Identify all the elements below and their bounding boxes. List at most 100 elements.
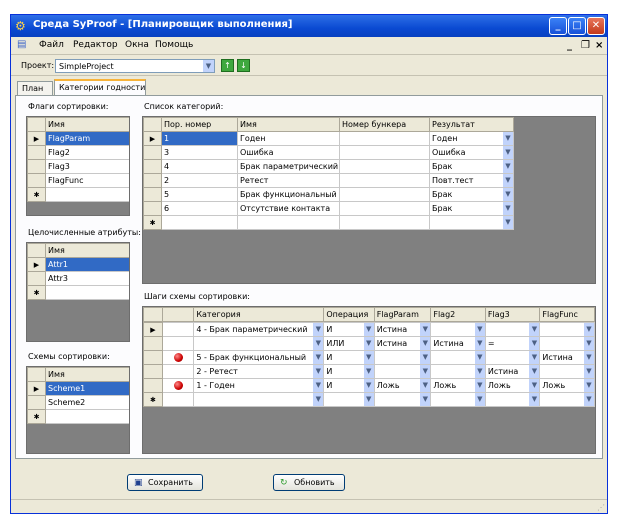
cell-bin-number[interactable] xyxy=(339,187,430,202)
breakpoint-icon[interactable] xyxy=(173,353,183,362)
cell-flag2[interactable]: Истина ▼ xyxy=(430,336,486,351)
chevron-down-icon[interactable]: ▼ xyxy=(473,323,485,336)
row-header[interactable] xyxy=(143,336,163,351)
column-result[interactable]: Результат xyxy=(429,117,514,132)
chevron-down-icon[interactable]: ▼ xyxy=(528,365,539,378)
cell-flag3[interactable]: ▼ xyxy=(484,350,541,365)
cell-order-number[interactable]: 5 xyxy=(161,187,238,202)
cell-flag3[interactable]: ▼ xyxy=(484,322,541,337)
current-row-marker[interactable]: ▶ xyxy=(27,131,46,146)
cell-flag3[interactable]: Истина ▼ xyxy=(484,364,541,379)
cell-result[interactable]: Повт.тест ▼ xyxy=(429,173,514,188)
chevron-down-icon[interactable]: ▼ xyxy=(583,323,594,336)
new-row-cell[interactable]: ▼ xyxy=(484,392,541,407)
cell-order-number[interactable]: 4 xyxy=(161,159,238,174)
column-flagparam[interactable]: FlagParam xyxy=(373,307,432,322)
steps-grid[interactable]: Категория Операция FlagParam Flag2 Flag3… xyxy=(142,306,596,454)
cell-flagparam[interactable]: Истина ▼ xyxy=(373,322,432,337)
chevron-down-icon[interactable]: ▼ xyxy=(473,351,485,364)
save-button[interactable]: ▣ Сохранить xyxy=(127,474,203,491)
cell-flagparam[interactable]: ▼ xyxy=(373,364,432,379)
menu-help[interactable]: Помощь xyxy=(155,40,193,50)
flags-grid[interactable]: Имя ▶ FlagParam Flag2 Flag3 FlagFunc ✱ xyxy=(26,116,130,216)
new-row-cell[interactable] xyxy=(161,215,238,230)
column-order-number[interactable]: Пор. номер xyxy=(161,117,238,132)
new-row-cell[interactable]: ▼ xyxy=(193,392,325,407)
new-row-marker[interactable]: ✱ xyxy=(143,215,162,230)
menu-editor[interactable]: Редактор xyxy=(73,40,118,50)
chevron-down-icon[interactable]: ▼ xyxy=(312,337,323,350)
chevron-down-icon[interactable]: ▼ xyxy=(502,188,513,201)
cell-order-number[interactable]: 3 xyxy=(161,145,238,160)
column-status[interactable] xyxy=(161,307,195,322)
refresh-button[interactable]: ↻ Обновить xyxy=(273,474,345,491)
row-header[interactable] xyxy=(27,173,46,188)
current-row-marker[interactable]: ▶ xyxy=(143,131,162,146)
cell-flag2[interactable]: ▼ xyxy=(430,322,486,337)
chevron-down-icon[interactable]: ▼ xyxy=(583,379,594,392)
column-category[interactable]: Категория xyxy=(193,307,325,322)
column-operation[interactable]: Операция xyxy=(323,307,375,322)
title-bar[interactable]: ⚙ Среда SyProof - [Планировщик выполнени… xyxy=(11,15,607,37)
scheme-cell[interactable]: Scheme1 xyxy=(45,381,129,396)
new-row-cell[interactable] xyxy=(161,392,195,407)
new-row-cell[interactable] xyxy=(45,285,129,300)
move-up-icon[interactable]: ↑ xyxy=(221,59,234,72)
mdi-close-button[interactable]: × xyxy=(595,40,603,51)
cell-order-number[interactable]: 1 xyxy=(161,131,238,146)
chevron-down-icon[interactable]: ▼ xyxy=(419,393,430,406)
flag-cell[interactable]: Flag2 xyxy=(45,145,129,160)
chevron-down-icon[interactable]: ▼ xyxy=(502,216,513,229)
new-row-cell[interactable] xyxy=(339,215,430,230)
schemes-column-name[interactable]: Имя xyxy=(45,367,129,382)
cell-bin-number[interactable] xyxy=(339,159,430,174)
cell-name[interactable]: Ретест xyxy=(237,173,340,188)
chevron-down-icon[interactable]: ▼ xyxy=(362,351,374,364)
flags-column-name[interactable]: Имя xyxy=(45,117,129,132)
chevron-down-icon[interactable]: ▼ xyxy=(473,379,485,392)
new-row-cell[interactable] xyxy=(45,187,129,202)
cell-order-number[interactable]: 6 xyxy=(161,201,238,216)
new-row-cell[interactable]: ▼ xyxy=(323,392,375,407)
cell-operation[interactable]: И ▼ xyxy=(323,378,375,393)
column-flagfunc[interactable]: FlagFunc xyxy=(539,307,595,322)
column-name[interactable]: Имя xyxy=(237,117,340,132)
table-row[interactable]: ▼ ИЛИ ▼ Истина ▼ Истина ▼ = ▼ ▼ xyxy=(143,336,595,351)
cell-flagfunc[interactable]: Истина ▼ xyxy=(539,350,595,365)
resize-grip-icon[interactable]: ⋰ xyxy=(597,503,605,512)
cell-order-number[interactable]: 2 xyxy=(161,173,238,188)
cell-name[interactable]: Ошибка xyxy=(237,145,340,160)
chevron-down-icon[interactable]: ▼ xyxy=(419,323,430,336)
chevron-down-icon[interactable]: ▼ xyxy=(419,337,430,350)
row-header[interactable] xyxy=(27,271,46,286)
cell-flagparam[interactable]: ▼ xyxy=(373,350,432,365)
row-header[interactable] xyxy=(143,364,163,379)
attr-cell[interactable]: Attr3 xyxy=(45,271,129,286)
new-row[interactable]: ✱ ▼ ▼ ▼ ▼ ▼ ▼ xyxy=(143,392,595,407)
cell-category[interactable]: 1 - Годен ▼ xyxy=(193,378,325,393)
chevron-down-icon[interactable]: ▼ xyxy=(362,337,374,350)
menu-file[interactable]: Файл xyxy=(39,40,64,50)
row-header[interactable] xyxy=(143,350,163,365)
row-header[interactable] xyxy=(143,201,162,216)
cell-category[interactable]: ▼ xyxy=(193,336,325,351)
cell-category[interactable]: 4 - Брак параметрический ▼ xyxy=(193,322,325,337)
row-header[interactable] xyxy=(143,173,162,188)
new-row-cell[interactable]: ▼ xyxy=(429,215,514,230)
new-row-cell[interactable] xyxy=(237,215,340,230)
table-row[interactable]: ▶ 4 - Брак параметрический ▼ И ▼ Истина ▼ ▼ ▼ ▼ xyxy=(143,322,595,337)
new-row-cell[interactable]: ▼ xyxy=(430,392,486,407)
chevron-down-icon[interactable]: ▼ xyxy=(502,132,513,145)
row-header[interactable] xyxy=(27,145,46,160)
cell-result[interactable]: Годен ▼ xyxy=(429,131,514,146)
cell-flagfunc[interactable]: ▼ xyxy=(539,336,595,351)
current-row-marker[interactable]: ▶ xyxy=(143,322,163,337)
cell-name[interactable]: Годен xyxy=(237,131,340,146)
cell-name[interactable]: Отсутствие контакта xyxy=(237,201,340,216)
chevron-down-icon[interactable]: ▼ xyxy=(312,365,323,378)
table-row[interactable]: 1 - Годен ▼ И ▼ Ложь ▼ Ложь ▼ Ложь ▼ Ложь ▼ xyxy=(143,378,595,393)
schemes-grid[interactable]: Имя ▶ Scheme1 Scheme2 ✱ xyxy=(26,366,130,454)
cell-bin-number[interactable] xyxy=(339,145,430,160)
row-header[interactable] xyxy=(143,159,162,174)
new-row-cell[interactable]: ▼ xyxy=(539,392,595,407)
